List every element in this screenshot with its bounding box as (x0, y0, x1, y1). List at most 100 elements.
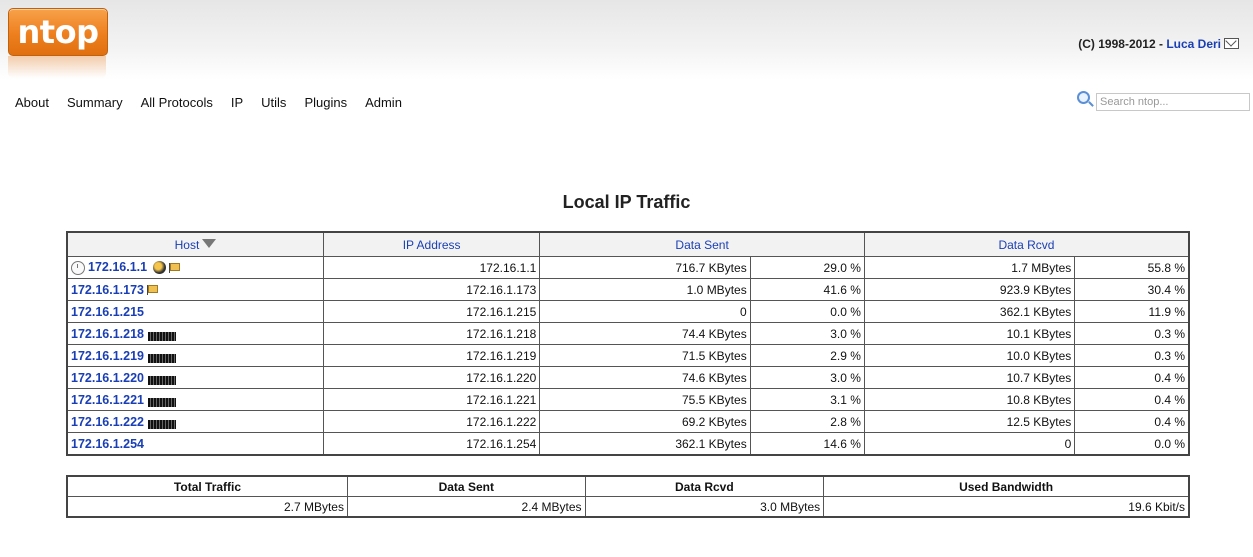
ip-cell: 172.16.1.1 (322, 256, 541, 279)
summary-used-bandwidth-value: 19.6 Kbit/s (823, 496, 1190, 518)
host-cell: 172.16.1.254 (66, 432, 324, 456)
data-rcvd-cell: 1.7 MBytes (863, 256, 1076, 279)
summary-data-sent-value: 2.4 MBytes (346, 496, 586, 518)
data-rcvd-cell: 10.1 KBytes (863, 322, 1076, 345)
host-cell: 172.16.1.219 (66, 344, 324, 367)
table-row: 172.16.1.254 172.16.1.254 362.1 KBytes 1… (66, 432, 1190, 456)
ntop-logo[interactable]: ntop (8, 8, 108, 56)
host-link[interactable]: 172.16.1.173 (71, 283, 144, 297)
table-row: 172.16.1.218 172.16.1.218 74.4 KBytes 3.… (66, 322, 1190, 345)
column-header-data-sent[interactable]: Data Sent (539, 231, 865, 257)
host-link[interactable]: 172.16.1.218 (71, 327, 144, 341)
menu-item-plugins[interactable]: Plugins (304, 95, 347, 110)
data-sent-cell: 71.5 KBytes (539, 344, 751, 367)
data-rcvd-percent-cell: 0.4 % (1074, 366, 1190, 389)
summary-header-data-sent: Data Sent (346, 475, 586, 497)
table-row: 172.16.1.219 172.16.1.219 71.5 KBytes 2.… (66, 344, 1190, 367)
column-header-data-rcvd[interactable]: Data Rcvd (863, 231, 1190, 257)
table-row: 172.16.1.222 172.16.1.222 69.2 KBytes 2.… (66, 410, 1190, 433)
local-ip-traffic-table: Host IP Address Data Sent Data Rcvd 172.… (66, 231, 1190, 456)
data-sent-cell: 1.0 MBytes (539, 278, 751, 301)
summary-header-data-rcvd: Data Rcvd (584, 475, 825, 497)
summary-header-used-bandwidth: Used Bandwidth (823, 475, 1190, 497)
copyright-text: (C) 1998-2012 - (1078, 37, 1167, 51)
host-link[interactable]: 172.16.1.215 (71, 305, 144, 319)
data-sent-cell: 716.7 KBytes (539, 256, 751, 279)
clock-icon (71, 260, 85, 275)
data-sent-percent-cell: 14.6 % (749, 432, 865, 456)
host-link[interactable]: 172.16.1.222 (71, 415, 144, 429)
table-row: 172.16.1.221 172.16.1.221 75.5 KBytes 3.… (66, 388, 1190, 411)
column-header-host[interactable]: Host (66, 231, 324, 257)
search-icon[interactable] (1077, 91, 1090, 104)
menu-item-admin[interactable]: Admin (365, 95, 402, 110)
data-sent-percent-cell: 0.0 % (749, 300, 865, 323)
data-sent-cell: 74.4 KBytes (539, 322, 751, 345)
summary-data-rcvd-value: 3.0 MBytes (584, 496, 825, 518)
data-sent-percent-cell: 41.6 % (749, 278, 865, 301)
main-menu: About Summary All Protocols IP Utils Plu… (15, 95, 420, 110)
host-link[interactable]: 172.16.1.219 (71, 349, 144, 363)
host-cell: 172.16.1.218 (66, 322, 324, 345)
host-link[interactable]: 172.16.1.1 (88, 260, 147, 274)
host-link[interactable]: 172.16.1.220 (71, 371, 144, 385)
data-rcvd-cell: 923.9 KBytes (863, 278, 1076, 301)
host-cell: 172.16.1.221 (66, 388, 324, 411)
summary-header-row: Total Traffic Data Sent Data Rcvd Used B… (66, 475, 1190, 497)
host-cell: 172.16.1.222 (66, 410, 324, 433)
ip-cell: 172.16.1.220 (322, 366, 541, 389)
ip-cell: 172.16.1.219 (322, 344, 541, 367)
data-rcvd-percent-cell: 0.0 % (1074, 432, 1190, 456)
sort-descending-icon[interactable] (202, 238, 217, 248)
data-sent-cell: 0 (539, 300, 751, 323)
ip-cell: 172.16.1.218 (322, 322, 541, 345)
traffic-summary-table: Total Traffic Data Sent Data Rcvd Used B… (66, 475, 1190, 518)
menu-item-utils[interactable]: Utils (261, 95, 286, 110)
data-sent-cell: 75.5 KBytes (539, 388, 751, 411)
data-rcvd-percent-cell: 55.8 % (1074, 256, 1190, 279)
activity-sparkline-icon (148, 419, 176, 429)
host-link[interactable]: 172.16.1.254 (71, 437, 144, 451)
activity-sparkline-icon (148, 331, 176, 341)
ip-cell: 172.16.1.222 (322, 410, 541, 433)
author-link[interactable]: Luca Deri (1166, 37, 1221, 51)
header-background (0, 0, 1253, 80)
menu-item-summary[interactable]: Summary (67, 95, 123, 110)
data-sent-percent-cell: 2.8 % (749, 410, 865, 433)
ip-cell: 172.16.1.221 (322, 388, 541, 411)
data-rcvd-cell: 10.0 KBytes (863, 344, 1076, 367)
column-header-ip[interactable]: IP Address (322, 231, 541, 257)
data-rcvd-cell: 10.8 KBytes (863, 388, 1076, 411)
table-header-row: Host IP Address Data Sent Data Rcvd (66, 231, 1190, 257)
host-cell: 172.16.1.1 (66, 256, 324, 279)
data-sent-percent-cell: 29.0 % (749, 256, 865, 279)
data-sent-percent-cell: 3.0 % (749, 322, 865, 345)
mail-icon[interactable] (1224, 38, 1239, 50)
data-sent-percent-cell: 3.1 % (749, 388, 865, 411)
ip-cell: 172.16.1.254 (322, 432, 541, 456)
menu-item-about[interactable]: About (15, 95, 49, 110)
search-input[interactable] (1096, 93, 1250, 111)
data-sent-percent-cell: 2.9 % (749, 344, 865, 367)
logo-reflection (8, 56, 106, 78)
os-icon (153, 261, 167, 275)
flag-icon (169, 262, 181, 273)
table-row: 172.16.1.1 172.16.1.1 716.7 KBytes 29.0 … (66, 256, 1190, 279)
host-link[interactable]: 172.16.1.221 (71, 393, 144, 407)
menu-item-all-protocols[interactable]: All Protocols (141, 95, 213, 110)
data-rcvd-percent-cell: 0.4 % (1074, 410, 1190, 433)
data-rcvd-percent-cell: 0.3 % (1074, 322, 1190, 345)
host-cell: 172.16.1.215 (66, 300, 324, 323)
table-row: 172.16.1.173 172.16.1.173 1.0 MBytes 41.… (66, 278, 1190, 301)
data-sent-cell: 362.1 KBytes (539, 432, 751, 456)
data-sent-cell: 69.2 KBytes (539, 410, 751, 433)
menu-item-ip[interactable]: IP (231, 95, 243, 110)
data-rcvd-percent-cell: 0.4 % (1074, 388, 1190, 411)
host-cell: 172.16.1.220 (66, 366, 324, 389)
page-title: Local IP Traffic (562, 192, 691, 212)
host-header-label[interactable]: Host (175, 238, 200, 252)
copyright-notice: (C) 1998-2012 - Luca Deri (1078, 37, 1239, 51)
ip-cell: 172.16.1.215 (322, 300, 541, 323)
data-rcvd-percent-cell: 30.4 % (1074, 278, 1190, 301)
data-rcvd-percent-cell: 11.9 % (1074, 300, 1190, 323)
